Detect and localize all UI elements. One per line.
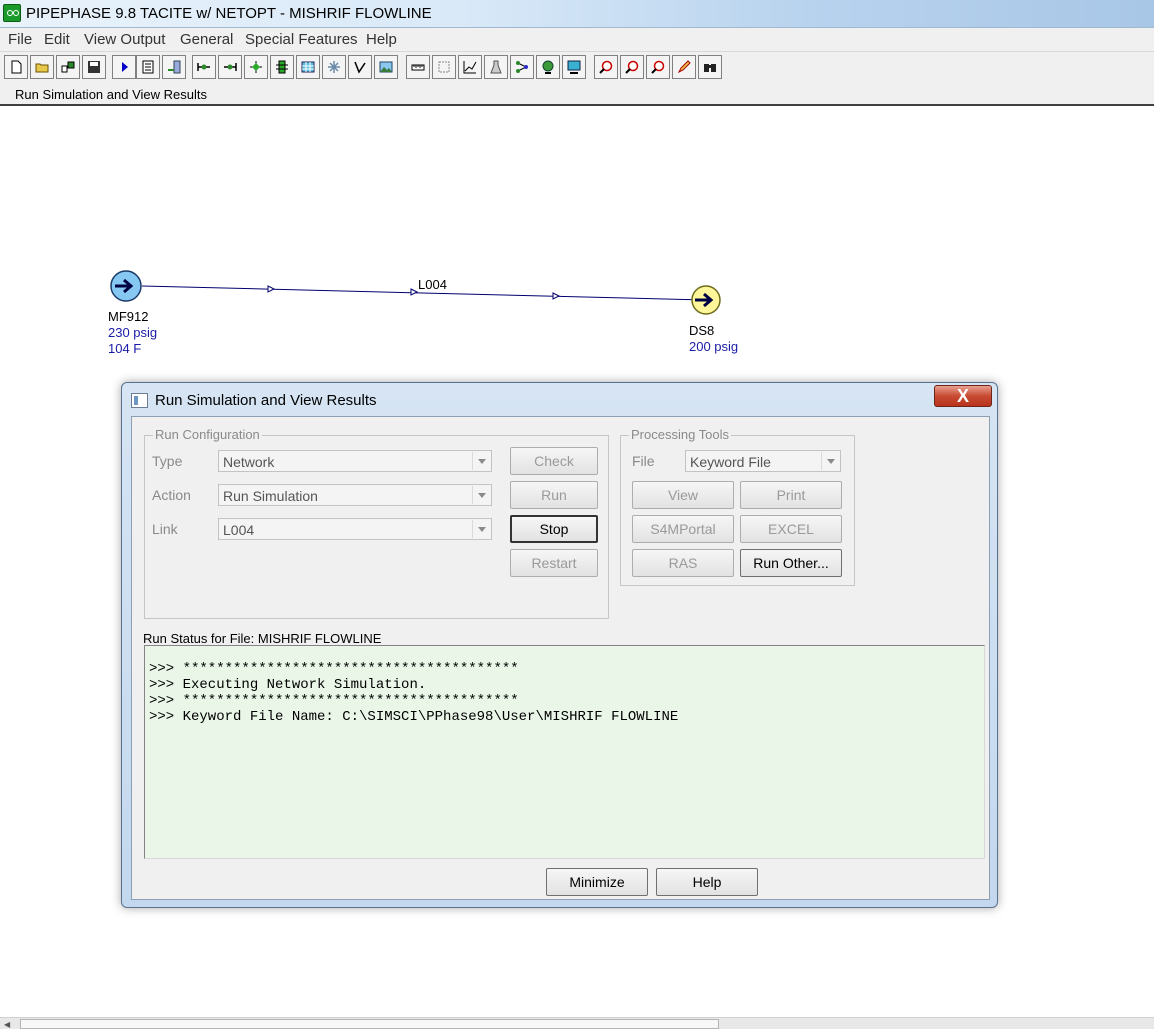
source-node-temperature: 104 F (108, 341, 142, 356)
help-button[interactable]: Help (656, 868, 758, 896)
menu-view-output[interactable]: View Output (84, 31, 165, 48)
save-icon[interactable] (82, 55, 106, 79)
print-button[interactable]: Print (740, 481, 842, 509)
flow-arrow-3 (552, 292, 561, 300)
type-label: Type (152, 453, 183, 469)
excel-button[interactable]: EXCEL (740, 515, 842, 543)
source-node-mf912[interactable] (110, 270, 142, 302)
horizontal-scrollbar[interactable]: ◀ (0, 1017, 1154, 1029)
type-select[interactable]: Network (218, 450, 492, 472)
chevron-down-icon[interactable] (472, 520, 490, 538)
source-node-name: MF912 (108, 309, 149, 324)
source-link-icon[interactable] (192, 55, 216, 79)
run-output-log[interactable]: >>> ************************************… (144, 645, 985, 859)
flow-arrow-2 (410, 288, 419, 296)
plot-icon[interactable] (458, 55, 482, 79)
zoom-out-icon[interactable] (620, 55, 644, 79)
output-line: >>> Executing Network Simulation. (149, 677, 427, 693)
view-button[interactable]: View (632, 481, 734, 509)
link-select[interactable]: L004 (218, 518, 492, 540)
network-canvas (110, 270, 721, 315)
stop-button[interactable]: Stop (510, 515, 598, 543)
status-strip: Run Simulation and View Results (0, 82, 1154, 106)
run-simulation-dialog: Run Simulation and View Results X Run Co… (121, 382, 998, 908)
snowflake-icon[interactable] (322, 55, 346, 79)
processing-tools-title: Processing Tools (629, 427, 732, 442)
ras-button[interactable]: RAS (632, 549, 734, 577)
separator-icon[interactable] (270, 55, 294, 79)
restart-button[interactable]: Restart (510, 549, 598, 577)
output-line: >>> Keyword File Name: C:\SIMSCI\PPhase9… (149, 709, 679, 725)
run-arrow-icon[interactable] (112, 55, 136, 79)
new-file-icon[interactable] (4, 55, 28, 79)
minimize-button[interactable]: Minimize (546, 868, 648, 896)
link-select-value: L004 (223, 522, 255, 538)
pipephase-app-icon (3, 4, 21, 22)
file-select-value: Keyword File (690, 454, 771, 470)
link-label-l004: L004 (418, 277, 447, 292)
run-status-label: Run Status for File: MISHRIF FLOWLINE (143, 631, 382, 646)
run-button[interactable]: Run (510, 481, 598, 509)
grid-icon[interactable] (432, 55, 456, 79)
open-folder-icon[interactable] (30, 55, 54, 79)
dialog-title: Run Simulation and View Results (155, 392, 377, 409)
binoculars-icon[interactable] (698, 55, 722, 79)
output-line: >>> ************************************… (149, 693, 519, 709)
flow-arrow-1 (267, 285, 276, 293)
output-line: >>> ************************************… (149, 661, 519, 677)
network-icon[interactable] (56, 55, 80, 79)
dialog-client-area: Run Configuration Type Network Action Ru… (131, 416, 990, 900)
window-title: PIPEPHASE 9.8 TACITE w/ NETOPT - MISHRIF… (26, 5, 432, 22)
zoom-in-icon[interactable] (594, 55, 618, 79)
action-select[interactable]: Run Simulation (218, 484, 492, 506)
chevron-down-icon[interactable] (472, 486, 490, 504)
source-node-pressure: 230 psig (108, 325, 158, 340)
table-icon[interactable] (296, 55, 320, 79)
monitor-icon[interactable] (562, 55, 586, 79)
type-select-value: Network (223, 454, 275, 470)
link-path-icon[interactable] (348, 55, 372, 79)
menu-bar: File Edit View Output General Special Fe… (0, 28, 1154, 52)
chevron-down-icon[interactable] (472, 452, 490, 470)
file-label: File (632, 453, 655, 469)
globe-icon[interactable] (536, 55, 560, 79)
menu-special-features[interactable]: Special Features (245, 31, 358, 48)
close-button[interactable]: X (934, 385, 992, 407)
exchange-icon[interactable] (162, 55, 186, 79)
sink-link-icon[interactable] (218, 55, 242, 79)
scrollbar-thumb[interactable] (20, 1019, 719, 1029)
check-button[interactable]: Check (510, 447, 598, 475)
toolbar (0, 52, 1154, 82)
scroll-left-icon[interactable]: ◀ (4, 1020, 10, 1029)
dialog-window-icon (131, 393, 148, 408)
menu-general[interactable]: General (180, 31, 233, 48)
document-icon[interactable] (136, 55, 160, 79)
file-select[interactable]: Keyword File (685, 450, 841, 472)
flask-icon[interactable] (484, 55, 508, 79)
chevron-down-icon[interactable] (821, 452, 839, 470)
sink-node-pressure: 200 psig (689, 339, 739, 354)
zoom-fit-icon[interactable] (646, 55, 670, 79)
nodes-icon[interactable] (510, 55, 534, 79)
run-configuration-title: Run Configuration (153, 427, 262, 442)
title-bar: PIPEPHASE 9.8 TACITE w/ NETOPT - MISHRIF… (0, 0, 1154, 28)
junction-icon[interactable] (244, 55, 268, 79)
ruler-icon[interactable] (406, 55, 430, 79)
strip-label: Run Simulation and View Results (15, 87, 207, 102)
run-other-button[interactable]: Run Other... (740, 549, 842, 577)
menu-edit[interactable]: Edit (44, 31, 70, 48)
action-label: Action (152, 487, 191, 503)
sink-node-name: DS8 (689, 323, 715, 338)
s4mportal-button[interactable]: S4MPortal (632, 515, 734, 543)
image-icon[interactable] (374, 55, 398, 79)
menu-file[interactable]: File (8, 31, 32, 48)
menu-help[interactable]: Help (366, 31, 397, 48)
pencil-icon[interactable] (672, 55, 696, 79)
sink-node-ds8[interactable] (691, 285, 721, 315)
action-select-value: Run Simulation (223, 488, 318, 504)
link-label: Link (152, 521, 178, 537)
